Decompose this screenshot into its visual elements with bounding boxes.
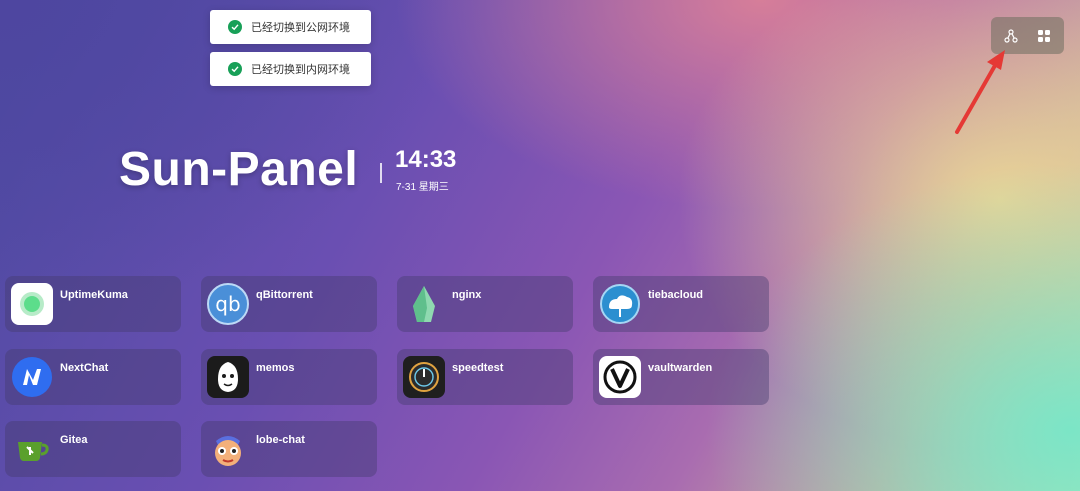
grid-view-button[interactable] bbox=[1030, 22, 1058, 50]
success-check-icon bbox=[228, 20, 242, 34]
app-name: nginx bbox=[452, 289, 482, 301]
app-card-nextchat[interactable]: NextChat bbox=[5, 349, 181, 405]
toast-notification: 已经切换到公网环境 bbox=[210, 10, 371, 44]
uptimekuma-icon bbox=[11, 283, 53, 325]
app-card-uptimekuma[interactable]: UptimeKuma bbox=[5, 276, 181, 332]
app-name: NextChat bbox=[60, 362, 109, 374]
success-check-icon bbox=[228, 62, 242, 76]
app-card-nginx[interactable]: nginx bbox=[397, 276, 573, 332]
app-name: UptimeKuma bbox=[60, 289, 128, 301]
app-name: lobe-chat bbox=[256, 434, 305, 446]
clock-date: 7-31 星期三 bbox=[396, 182, 449, 193]
app-name: memos bbox=[256, 362, 295, 374]
toast-text: 已经切换到内网环境 bbox=[251, 64, 350, 76]
toast-notification: 已经切换到内网环境 bbox=[210, 52, 371, 86]
svg-text:qb: qb bbox=[215, 292, 240, 316]
memos-icon bbox=[207, 356, 249, 398]
gitea-icon bbox=[11, 428, 53, 470]
app-card-tiebacloud[interactable]: tiebacloud bbox=[593, 276, 769, 332]
speedtest-icon bbox=[403, 356, 445, 398]
app-name: vaultwarden bbox=[648, 362, 713, 374]
desktop-background: 已经切换到公网环境 已经切换到内网环境 Sun-Panel 14:33 7-31… bbox=[0, 0, 1080, 491]
app-card-lobe-chat[interactable]: lobe-chat bbox=[201, 421, 377, 477]
site-logo: Sun-Panel bbox=[119, 143, 359, 196]
vaultwarden-icon bbox=[599, 356, 641, 398]
app-card-gitea[interactable]: Gitea bbox=[5, 421, 181, 477]
network-icon bbox=[1004, 28, 1018, 43]
clock-divider bbox=[380, 163, 382, 183]
lobe-chat-icon bbox=[207, 428, 249, 470]
clock-time: 14:33 bbox=[395, 146, 457, 173]
nextchat-icon bbox=[11, 356, 53, 398]
app-card-memos[interactable]: memos bbox=[201, 349, 377, 405]
app-name: tiebacloud bbox=[648, 289, 704, 301]
app-name: Gitea bbox=[60, 434, 88, 446]
qbittorrent-icon: qb bbox=[207, 283, 249, 325]
annotation-arrow-icon bbox=[955, 50, 1005, 134]
app-card-qbittorrent[interactable]: qb qBittorrent bbox=[201, 276, 377, 332]
tiebacloud-icon bbox=[599, 283, 641, 325]
app-name: qBittorrent bbox=[256, 289, 313, 301]
toast-text: 已经切换到公网环境 bbox=[251, 22, 350, 34]
nginx-icon bbox=[403, 283, 445, 325]
app-card-vaultwarden[interactable]: vaultwarden bbox=[593, 349, 769, 405]
app-name: speedtest bbox=[452, 362, 504, 374]
app-card-speedtest[interactable]: speedtest bbox=[397, 349, 573, 405]
grid-icon bbox=[1037, 29, 1050, 42]
